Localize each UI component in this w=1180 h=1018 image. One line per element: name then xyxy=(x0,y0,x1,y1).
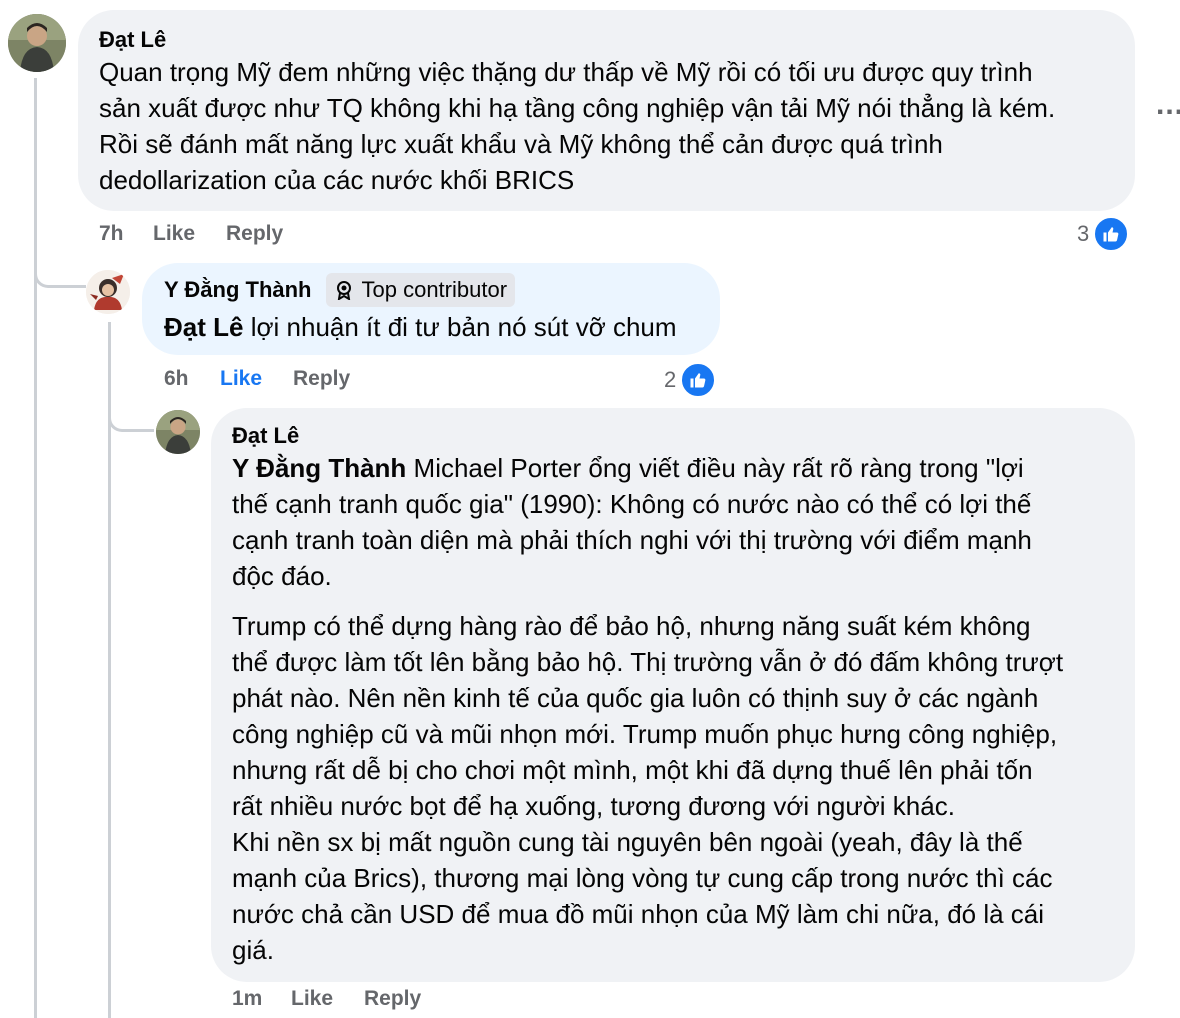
comment-line: phát nào. Nên nền kinh tế của quốc gia l… xyxy=(232,683,1039,713)
comment-author[interactable]: Đạt Lê xyxy=(99,26,1115,54)
comment-line: thế cạnh tranh quốc gia" (1990): Không c… xyxy=(232,489,1032,519)
comment-text: Quan trọng Mỹ đem những việc thặng dư th… xyxy=(99,54,1115,198)
comment-bubble: Y Đằng Thành Top contributor Đạt Lê lợi … xyxy=(142,263,720,355)
comment-line: nước chả cần USD để mua đồ mũi nhọn của … xyxy=(232,899,1045,929)
badge-label: Top contributor xyxy=(361,277,508,302)
mention-link[interactable]: Đạt Lê xyxy=(164,312,243,342)
comment-line: công nghiệp cũ và mũi nhọn mới. Trump mu… xyxy=(232,719,1058,749)
comment-line: giá. xyxy=(232,935,274,965)
comment-line: Rồi sẽ đánh mất năng lực xuất khẩu và Mỹ… xyxy=(99,129,943,159)
thread-line-main xyxy=(34,78,37,1018)
comment-paragraph: Trump có thể dựng hàng rào để bảo hộ, nh… xyxy=(232,608,1115,968)
comment-bubble: Đạt Lê Y Đằng Thành Michael Porter ổng v… xyxy=(211,408,1135,982)
comment-line: nhưng rất dễ bị cho chơi một mình, một k… xyxy=(232,755,1033,785)
comment-bubble: Đạt Lê Quan trọng Mỹ đem những việc thặn… xyxy=(78,10,1135,211)
comment-time[interactable]: 7h xyxy=(99,220,153,248)
comment-line: sản xuất được như TQ không khi hạ tầng c… xyxy=(99,93,1056,123)
more-options-icon[interactable]: ... xyxy=(1156,88,1180,122)
comment-line: thể được làm tốt lên bằng bảo hộ. Thị tr… xyxy=(232,647,1064,677)
comment-line: Quan trọng Mỹ đem những việc thặng dư th… xyxy=(99,57,1033,87)
comment-line: độc đáo. xyxy=(232,561,332,591)
reaction-count: 2 xyxy=(664,367,677,392)
comment-line: Michael Porter ổng viết điều này rất rõ … xyxy=(406,453,1024,483)
comment-actions: 1m Like Reply xyxy=(232,985,421,1013)
reply-button[interactable]: Reply xyxy=(226,220,283,248)
reaction-summary[interactable]: 3 xyxy=(1077,216,1130,252)
like-button[interactable]: Like xyxy=(153,220,226,248)
avatar[interactable] xyxy=(8,14,66,72)
comment-line: rất nhiều nước bọt để hạ xuống, tương đư… xyxy=(232,791,955,821)
thumbs-up-icon xyxy=(1093,216,1130,252)
reply-button[interactable]: Reply xyxy=(293,365,350,393)
comment-author[interactable]: Y Đằng Thành xyxy=(164,276,312,304)
comment-time[interactable]: 6h xyxy=(164,365,220,393)
avatar[interactable] xyxy=(156,410,200,454)
comment-paragraph: Y Đằng Thành Michael Porter ổng viết điề… xyxy=(232,450,1115,594)
comment-line: cạnh tranh toàn diện mà phải thích nghi … xyxy=(232,525,1032,555)
avatar[interactable] xyxy=(86,270,130,314)
comment-text: Y Đằng Thành Michael Porter ổng viết điề… xyxy=(232,450,1115,968)
top-contributor-badge[interactable]: Top contributor xyxy=(325,273,516,307)
mention-link[interactable]: Y Đằng Thành xyxy=(232,453,406,483)
comment-line: mạnh của Brics), thương mại lòng vòng tự… xyxy=(232,863,1053,893)
like-button[interactable]: Like xyxy=(291,985,364,1013)
thumbs-up-icon xyxy=(680,362,717,398)
thread-line-branch-1 xyxy=(34,240,86,288)
comment-actions: 6h Like Reply xyxy=(164,365,350,393)
comment-time[interactable]: 1m xyxy=(232,985,291,1013)
comment-line: dedollarization của các nước khối BRICS xyxy=(99,165,575,195)
comment-actions: 7h Like Reply xyxy=(99,220,283,248)
comment-line: Khi nền sx bị mất nguồn cung tài nguyên … xyxy=(232,827,1023,857)
reaction-count: 3 xyxy=(1077,221,1090,246)
comment-message: lợi nhuận ít đi tư bản nó sút vỡ chum xyxy=(250,312,677,342)
comment-author[interactable]: Đạt Lê xyxy=(232,422,1115,450)
thread-line-branch-2 xyxy=(108,384,154,432)
comment-header: Y Đằng Thành Top contributor xyxy=(164,273,700,307)
like-button[interactable]: Like xyxy=(220,365,293,393)
comment-line: Trump có thể dựng hàng rào để bảo hộ, nh… xyxy=(232,611,1031,641)
comment-text: Đạt Lê lợi nhuận ít đi tư bản nó sút vỡ … xyxy=(164,309,700,345)
reply-button[interactable]: Reply xyxy=(364,985,421,1013)
reaction-summary[interactable]: 2 xyxy=(664,362,717,398)
award-badge-icon xyxy=(336,281,351,300)
